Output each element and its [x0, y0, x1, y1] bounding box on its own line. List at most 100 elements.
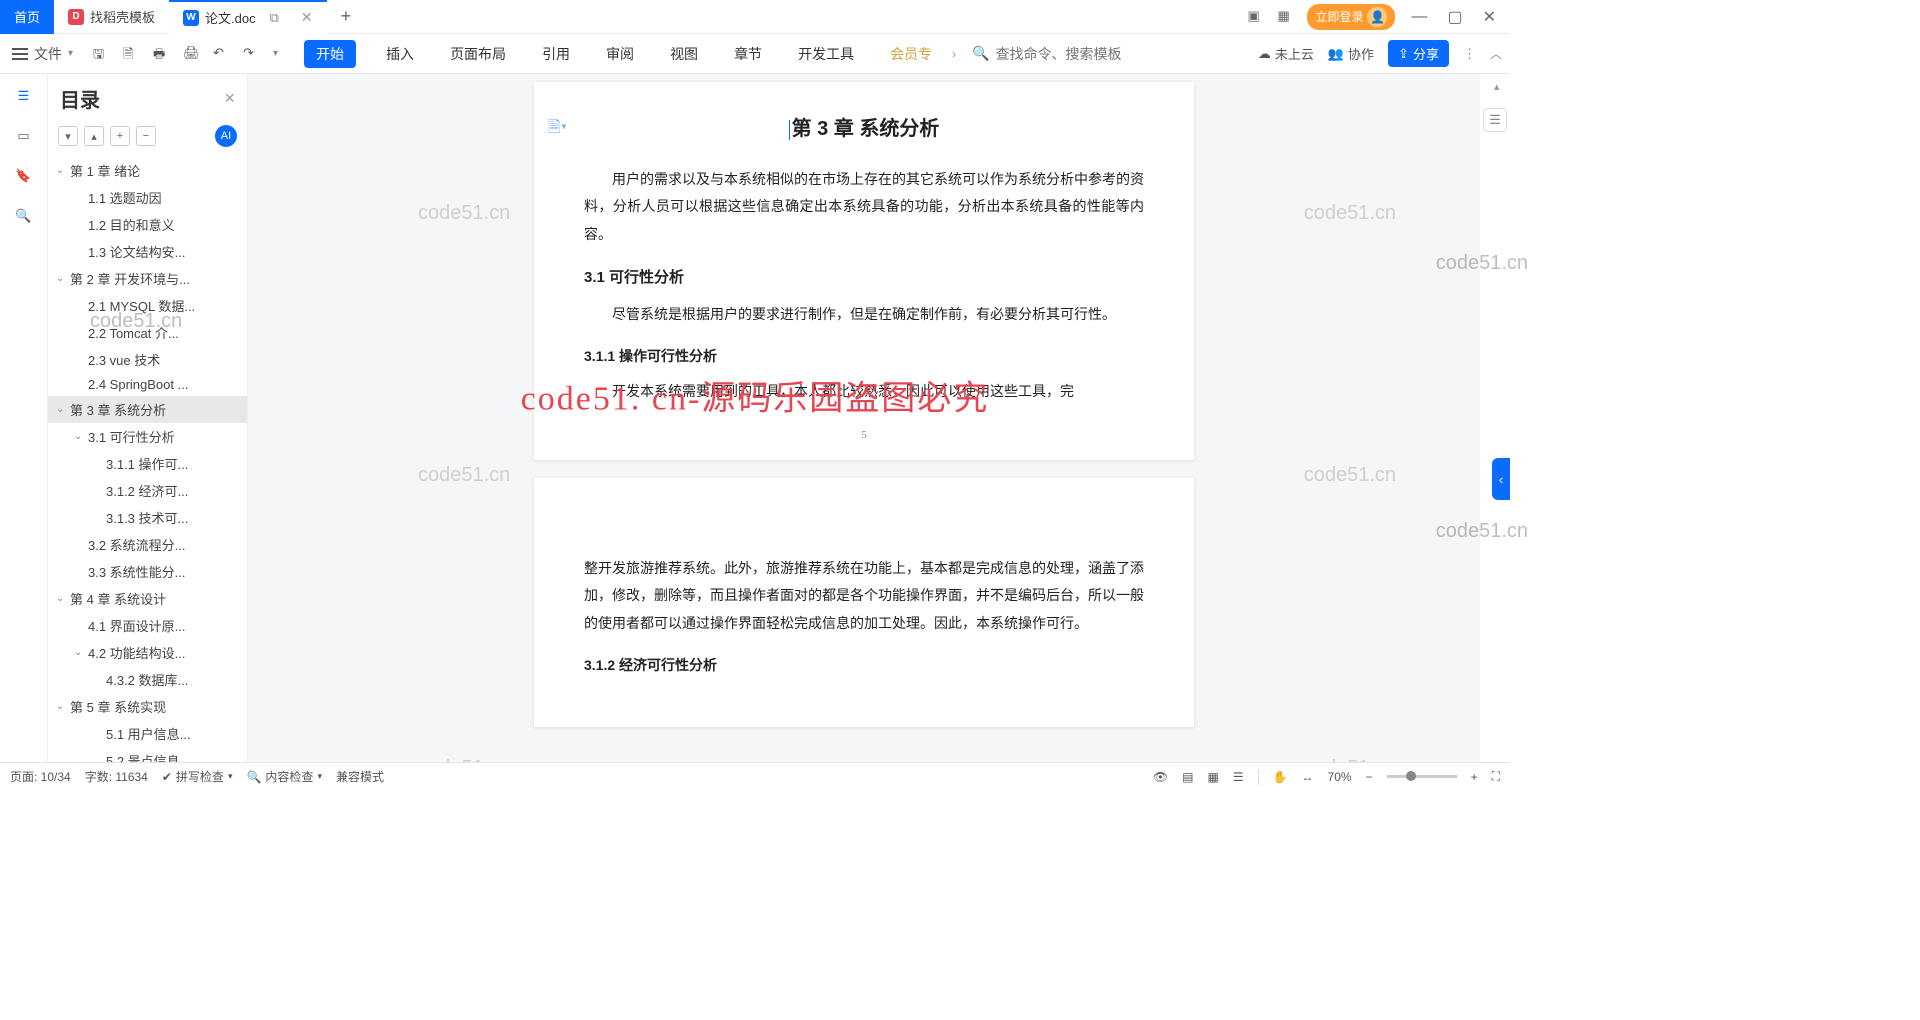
ribbon-nav-right[interactable]: › [952, 47, 956, 61]
tree-item[interactable]: 3.2 系统流程分... [48, 531, 247, 558]
tab-close-icon[interactable]: ✕ [301, 9, 313, 26]
paragraph: 整开发旅游推荐系统。此外，旅游推荐系统在功能上，基本都是完成信息的处理，涵盖了添… [584, 556, 1144, 638]
tree-item[interactable]: ⌄4.2 功能结构设... [48, 639, 247, 666]
ribbon-tab-sections[interactable]: 章节 [728, 40, 768, 68]
tree-item[interactable]: ⌄第 5 章 系统实现 [48, 693, 247, 720]
command-search[interactable]: 🔍 [972, 45, 1135, 62]
tree-item[interactable]: 4.1 界面设计原... [48, 612, 247, 639]
undo-icon[interactable]: ↶ [213, 45, 231, 63]
tree-item-label: 3.1.3 技术可... [106, 508, 188, 527]
search-input[interactable] [996, 46, 1136, 62]
tree-item[interactable]: 5.1 用户信息... [48, 720, 247, 747]
panel-toggle-icon[interactable]: ☰ [1483, 108, 1507, 132]
zoom-level[interactable]: 70% [1328, 770, 1352, 784]
tree-item[interactable]: 5.2 景点信息... [48, 747, 247, 762]
layout-icon[interactable]: ▣ [1247, 8, 1265, 26]
tree-item[interactable]: 2.2 Tomcat 介... [48, 319, 247, 346]
tab-templates[interactable]: D 找稻壳模板 [54, 0, 169, 34]
cloud-status[interactable]: ☁ 未上云 [1258, 44, 1314, 63]
chevron-down-icon: ▾ [68, 48, 73, 59]
ribbon-tab-start[interactable]: 开始 [304, 40, 356, 68]
save-as-icon[interactable]: 🗎 [123, 45, 141, 63]
ribbon-tab-devtools[interactable]: 开发工具 [792, 40, 860, 68]
fullscreen-icon[interactable]: ⛶ [1492, 769, 1500, 784]
status-content-check[interactable]: 🔍 内容检查 ▾ [246, 768, 322, 785]
word-icon: W [183, 10, 199, 26]
window-maximize[interactable]: ▢ [1443, 7, 1466, 27]
redo-icon[interactable]: ↷ [243, 45, 261, 63]
share-button[interactable]: ⇪ 分享 [1388, 40, 1449, 67]
outline-collapse-all[interactable]: ▾ [58, 126, 78, 146]
login-button[interactable]: 立即登录 👤 [1307, 4, 1395, 30]
tree-item[interactable]: 4.3.2 数据库... [48, 666, 247, 693]
zoom-mode-icon[interactable]: ↔ [1302, 770, 1314, 784]
view-read-icon[interactable]: 👁 [1153, 770, 1168, 784]
tree-item[interactable]: ⌄第 1 章 绪论 [48, 157, 247, 184]
apps-icon[interactable]: ▦ [1277, 8, 1295, 26]
outline-ai-icon[interactable]: AI [215, 125, 237, 147]
outline-expand-all[interactable]: ▴ [84, 126, 104, 146]
rail-bookmark-icon[interactable]: 🔖 [14, 166, 34, 186]
hand-tool-icon[interactable]: ✋ [1273, 770, 1288, 784]
zoom-out-icon[interactable]: − [1366, 770, 1373, 784]
window-minimize[interactable]: — [1407, 8, 1431, 26]
status-word-count[interactable]: 字数: 11634 [85, 768, 148, 785]
ribbon-tab-review[interactable]: 审阅 [600, 40, 640, 68]
collab-button[interactable]: 👥 协作 [1328, 44, 1374, 63]
status-spellcheck[interactable]: ✔ 拼写检查 ▾ [162, 768, 233, 785]
tree-item-label: 3.2 系统流程分... [88, 535, 186, 554]
document-viewport[interactable]: code51.cn code51.cn code51.cn code51.cn … [248, 74, 1480, 762]
rail-search-icon[interactable]: 🔍 [14, 206, 34, 226]
zoom-in-icon[interactable]: + [1471, 770, 1478, 784]
tree-item[interactable]: 1.2 目的和意义 [48, 211, 247, 238]
ribbon-tab-insert[interactable]: 插入 [380, 40, 420, 68]
tree-item[interactable]: 3.1.3 技术可... [48, 504, 247, 531]
tree-item[interactable]: 2.1 MYSQL 数据... [48, 292, 247, 319]
ribbon-tab-layout[interactable]: 页面布局 [444, 40, 512, 68]
outline-remove[interactable]: − [136, 126, 156, 146]
zoom-slider[interactable] [1387, 775, 1457, 778]
tree-item[interactable]: 1.1 选题动因 [48, 184, 247, 211]
save-icon[interactable]: 🖫 [93, 45, 111, 63]
scroll-up-icon[interactable]: ▴ [1494, 80, 1508, 94]
outline-close-icon[interactable]: × [224, 88, 235, 109]
side-float-tab[interactable]: ‹ [1492, 458, 1510, 500]
tree-item[interactable]: ⌄第 3 章 系统分析 [48, 396, 247, 423]
tree-item[interactable]: ⌄第 4 章 系统设计 [48, 585, 247, 612]
tree-item[interactable]: 3.1.1 操作可... [48, 450, 247, 477]
tree-item[interactable]: 2.4 SpringBoot ... [48, 373, 247, 396]
window-close[interactable]: ✕ [1479, 7, 1500, 27]
tree-item-label: 1.2 目的和意义 [88, 215, 175, 234]
hamburger-icon [12, 48, 28, 60]
outline-add[interactable]: + [110, 126, 130, 146]
status-compat-mode[interactable]: 兼容模式 [336, 768, 384, 785]
tree-item[interactable]: ⌄第 2 章 开发环境与... [48, 265, 247, 292]
rail-sections-icon[interactable]: ▭ [14, 126, 34, 146]
tree-item[interactable]: ⌄3.1 可行性分析 [48, 423, 247, 450]
status-page[interactable]: 页面: 10/34 [10, 768, 71, 785]
watermark: code51.cn [418, 202, 510, 225]
chevron-up-icon[interactable]: ︿ [1490, 45, 1502, 62]
tree-item[interactable]: 3.1.2 经济可... [48, 477, 247, 504]
chevron-down-icon[interactable]: ▾ [273, 48, 278, 59]
tab-add[interactable]: + [327, 6, 366, 27]
ribbon-tab-vip[interactable]: 会员专 [884, 40, 938, 68]
print-preview-icon[interactable]: 🖨 [183, 45, 201, 63]
view-print-icon[interactable]: ▤ [1182, 770, 1193, 784]
print-icon[interactable]: 🖶 [153, 45, 171, 63]
tab-screen-icon[interactable]: ⧉ [262, 10, 287, 26]
tree-item[interactable]: 2.3 vue 技术 [48, 346, 247, 373]
outline-tree[interactable]: ⌄第 1 章 绪论1.1 选题动因1.2 目的和意义1.3 论文结构安...⌄第… [48, 155, 247, 762]
tab-home[interactable]: 首页 [0, 0, 54, 34]
view-web-icon[interactable]: ▦ [1207, 770, 1218, 784]
tree-item[interactable]: 3.3 系统性能分... [48, 558, 247, 585]
ribbon-tab-view[interactable]: 视图 [664, 40, 704, 68]
kebab-icon[interactable]: ⋮ [1463, 46, 1476, 62]
share-icon: ⇪ [1398, 46, 1409, 62]
tab-document[interactable]: W 论文.doc ⧉ ✕ [169, 0, 327, 34]
tree-item[interactable]: 1.3 论文结构安... [48, 238, 247, 265]
rail-outline-icon[interactable]: ☰ [14, 86, 34, 106]
file-menu[interactable]: 文件 ▾ [8, 44, 77, 64]
view-outline-icon[interactable]: ☰ [1233, 770, 1244, 784]
ribbon-tab-references[interactable]: 引用 [536, 40, 576, 68]
